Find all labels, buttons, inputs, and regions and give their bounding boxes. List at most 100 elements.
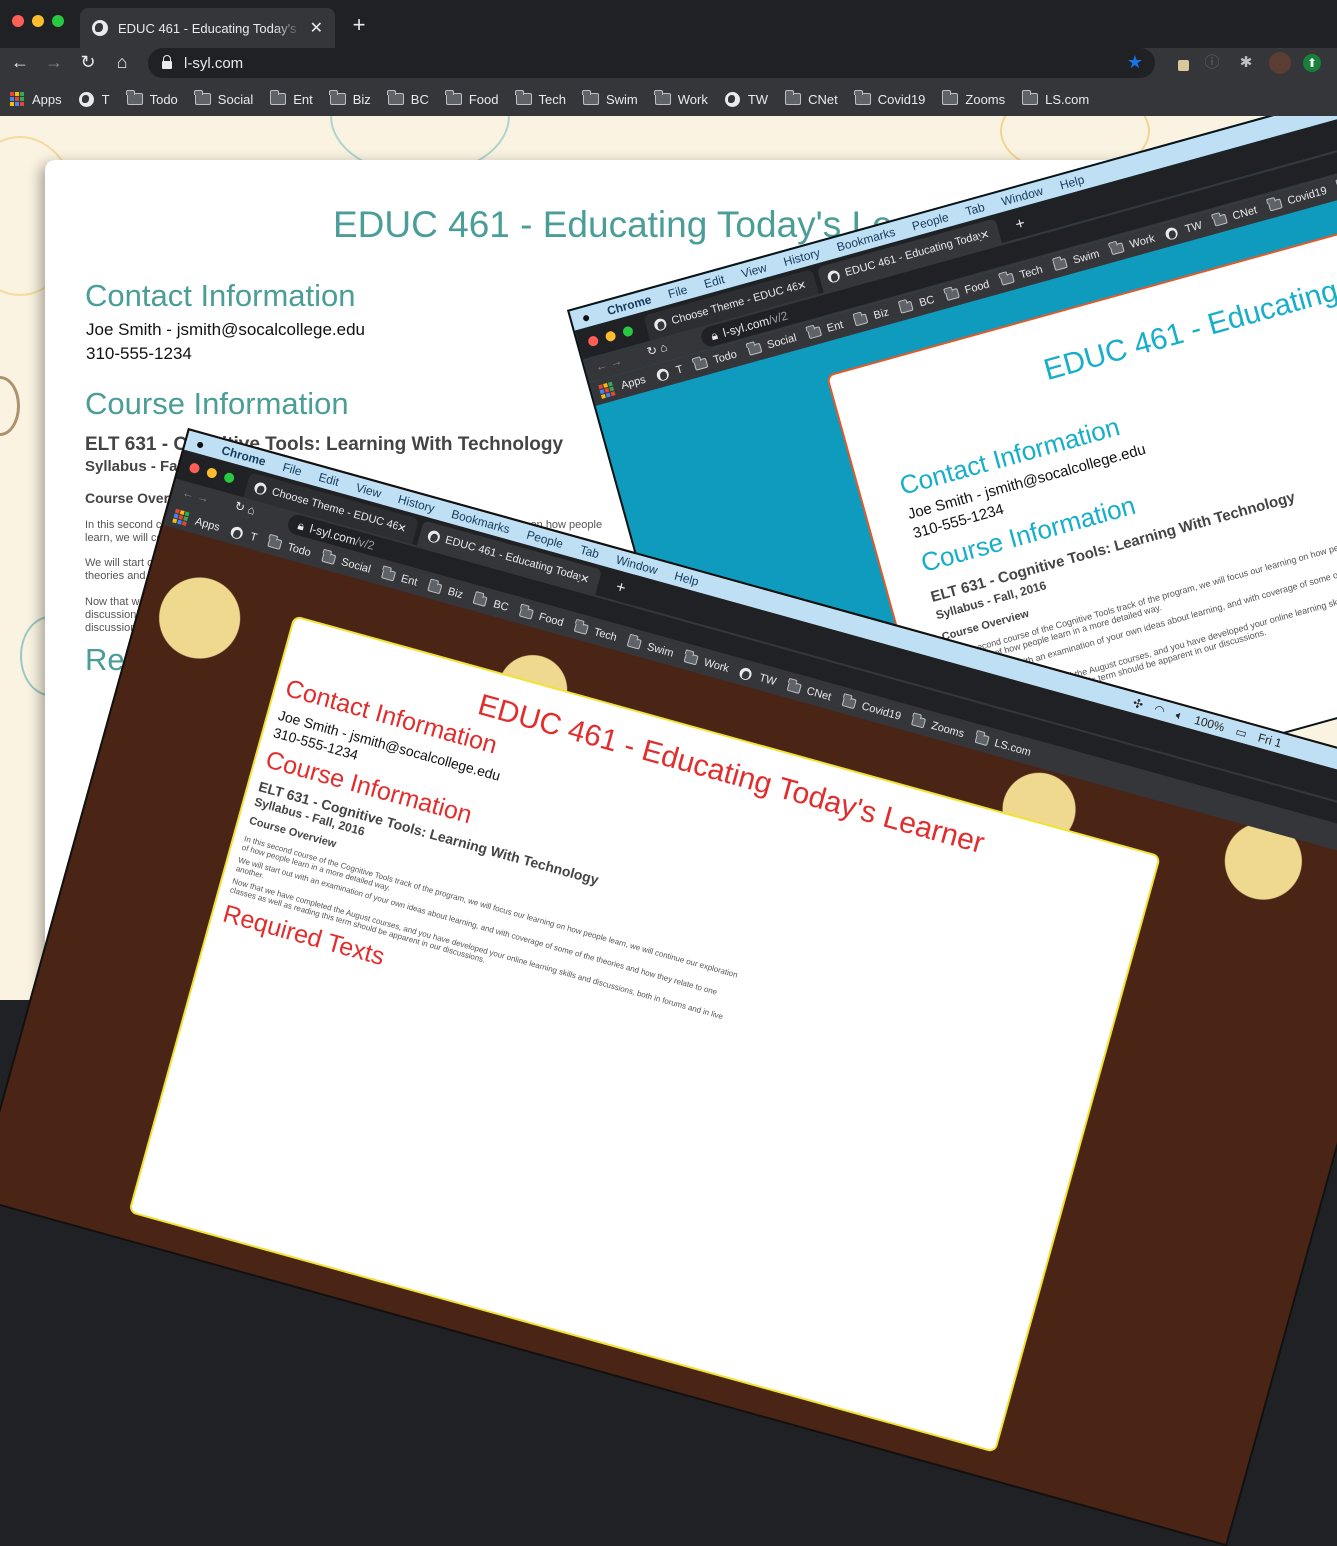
bookmark-bc[interactable]: BC: [473, 593, 510, 614]
eyedropper-extension-icon[interactable]: [1172, 52, 1194, 74]
apple-logo-icon[interactable]: ●: [580, 308, 592, 326]
zoom-window-button[interactable]: [52, 15, 64, 27]
folder-icon: [999, 273, 1014, 286]
globe-icon: [653, 317, 668, 332]
globe-icon: [1165, 226, 1180, 241]
bookmark-tw[interactable]: TW: [725, 92, 768, 107]
bookmark-food[interactable]: Food: [446, 92, 499, 107]
dropbox-icon[interactable]: ✣: [1131, 696, 1144, 712]
bookmark-tech[interactable]: Tech: [516, 92, 566, 107]
contact-line: Joe Smith - jsmith@socalcollege.edu: [86, 320, 365, 340]
folder-icon: [195, 93, 211, 105]
globe-icon: [79, 92, 94, 107]
reload-icon[interactable]: ↻: [76, 52, 100, 73]
menu-item-edit[interactable]: Edit: [317, 470, 341, 489]
bookmark-t[interactable]: T: [229, 525, 258, 544]
bookmark-biz[interactable]: Biz: [853, 306, 890, 327]
folder-icon: [807, 326, 822, 339]
bookmark-label: Tech: [1018, 264, 1044, 282]
folder-icon: [381, 568, 396, 581]
bookmark-label: Food: [537, 611, 564, 629]
minimize-window-button[interactable]: [32, 15, 44, 27]
window-controls: [12, 15, 64, 27]
wifi-icon[interactable]: ◠: [1153, 702, 1167, 718]
close-tab-icon[interactable]: ✕: [310, 18, 323, 38]
info-extension-icon[interactable]: ⓘ: [1201, 52, 1223, 74]
bookmark-t[interactable]: T: [79, 92, 110, 107]
bookmark-label: Work: [1128, 233, 1156, 251]
bookmark-label: Swim: [606, 92, 638, 107]
lock-icon: [162, 61, 172, 69]
menu-item-file[interactable]: File: [281, 460, 303, 479]
bookmark-label: Ent: [400, 573, 419, 589]
bookmark-tw[interactable]: TW: [739, 667, 778, 688]
menu-item-file[interactable]: File: [666, 282, 688, 301]
bookmark-biz[interactable]: Biz: [330, 92, 371, 107]
puzzle-extensions-icon[interactable]: ✱: [1235, 52, 1257, 74]
bookmark-label: T: [249, 531, 259, 544]
bookmark-ls-com[interactable]: LS.com: [1022, 92, 1089, 107]
folder-icon: [747, 343, 762, 356]
globe-icon: [229, 525, 244, 540]
bookmark-label: BC: [492, 598, 510, 614]
folder-icon: [573, 622, 588, 635]
globe-icon: [427, 529, 442, 544]
bookmark-ent[interactable]: Ent: [380, 567, 418, 588]
folder-icon: [1022, 93, 1038, 105]
bookmark-tw[interactable]: TW: [1165, 219, 1204, 240]
back-icon[interactable]: ←: [8, 52, 32, 73]
bookmark-label: CNet: [805, 685, 832, 703]
bookmark-label: Biz: [872, 306, 890, 322]
bookmark-label: Work: [702, 657, 730, 675]
bookmark-covid19[interactable]: Covid19: [855, 92, 926, 107]
bookmark-label: TW: [758, 672, 778, 688]
bookmark-social[interactable]: Social: [195, 92, 253, 107]
menu-item-edit[interactable]: Edit: [702, 272, 726, 291]
apple-logo-icon[interactable]: ●: [194, 435, 206, 453]
bookmark-todo[interactable]: Todo: [127, 92, 178, 107]
forward-icon[interactable]: →: [42, 52, 66, 73]
folder-icon: [330, 93, 346, 105]
menu-item-tab[interactable]: Tab: [578, 542, 600, 561]
bookmark-ent[interactable]: Ent: [270, 92, 313, 107]
bookmark-label: CNet: [808, 92, 838, 107]
tab-strip: EDUC 461 - Educating Today's Learner ✕ +: [0, 0, 1337, 48]
globe-icon: [655, 367, 670, 382]
bookmark-label: Ent: [826, 319, 845, 335]
folder-icon: [1267, 198, 1282, 211]
bookmark-apps[interactable]: Apps: [10, 92, 62, 107]
update-arrow-icon[interactable]: ⬆: [1303, 54, 1321, 72]
phone-number: 310-555-1234: [86, 344, 192, 364]
bookmark-bc[interactable]: BC: [388, 92, 429, 107]
close-window-button[interactable]: [12, 15, 24, 27]
bookmark-t[interactable]: T: [655, 363, 684, 382]
folder-icon: [267, 537, 282, 550]
bookmark-label: TW: [1184, 219, 1204, 235]
bookmark-ent[interactable]: Ent: [806, 319, 844, 340]
bookmark-cnet[interactable]: CNet: [785, 92, 838, 107]
menu-item-tab[interactable]: Tab: [964, 200, 986, 219]
tab-active[interactable]: EDUC 461 - Educating Today's Learner ✕: [80, 8, 335, 48]
bookmark-label: Ent: [293, 92, 313, 107]
bookmark-biz[interactable]: Biz: [427, 580, 464, 601]
bookmarks-bar: Apps T Todo Social Ent Biz BC Food Tech Swim Work T…: [0, 82, 1337, 116]
address-bar[interactable]: l-syl.com ★: [148, 48, 1155, 78]
url-text: l-syl.com: [184, 55, 243, 72]
bookmark-star-icon[interactable]: ★: [1127, 52, 1143, 73]
bookmark-swim[interactable]: Swim: [583, 92, 638, 107]
bookmark-bc[interactable]: BC: [899, 294, 936, 315]
bookmark-work[interactable]: Work: [655, 92, 708, 107]
bookmark-zooms[interactable]: Zooms: [942, 92, 1005, 107]
bookmark-label: Work: [678, 92, 708, 107]
folder-icon: [942, 93, 958, 105]
home-icon[interactable]: ⌂: [110, 52, 134, 73]
folder-icon: [693, 358, 708, 371]
apps-grid-icon: [10, 92, 24, 106]
bookmark-label: BC: [918, 294, 936, 310]
new-tab-button[interactable]: +: [346, 12, 372, 38]
folder-icon: [321, 552, 336, 565]
profile-avatar[interactable]: [1269, 52, 1291, 74]
volume-icon[interactable]: 🔈︎: [1174, 707, 1185, 723]
bookmark-label: Swim: [646, 641, 675, 660]
folder-icon: [1212, 214, 1227, 227]
